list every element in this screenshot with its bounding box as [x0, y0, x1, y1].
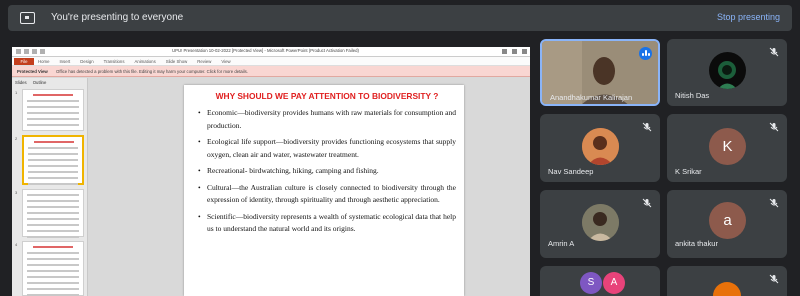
- participant-tile[interactable]: a ankita thakur: [667, 190, 787, 258]
- window-controls[interactable]: [502, 49, 527, 54]
- participant-avatar: a: [709, 202, 746, 239]
- bullet-cultural: Cultural—the Australian culture is close…: [198, 182, 456, 207]
- tab-animations[interactable]: Animations: [134, 58, 155, 65]
- presenting-banner: You're presenting to everyone Stop prese…: [8, 5, 792, 31]
- bullet-economic: Economic—biodiversity provides humans wi…: [198, 107, 456, 132]
- participant-name: K Srikar: [675, 167, 702, 176]
- tab-outline[interactable]: Outline: [33, 80, 47, 85]
- participant-avatar: [713, 282, 741, 296]
- participant-name: Nav Sandeep: [548, 167, 594, 176]
- participant-avatar: A: [603, 272, 625, 294]
- tab-slides[interactable]: Slides: [15, 80, 27, 85]
- bullet-scientific: Scientific—biodiversity represents a wea…: [198, 211, 456, 236]
- tab-insert[interactable]: Insert: [59, 58, 70, 65]
- window-title: UPU! Presentation 10-02-2022 [Protected …: [172, 48, 359, 53]
- participant-avatar: K: [709, 128, 746, 165]
- mic-off-icon: [769, 195, 779, 208]
- tab-review[interactable]: Review: [197, 58, 211, 65]
- participant-avatar: S: [580, 272, 602, 294]
- participant-avatar: [582, 128, 619, 165]
- thumbnail-number: 1: [15, 90, 18, 95]
- participant-tile-video[interactable]: Anandhakumar Kalirajan: [540, 39, 660, 106]
- thumbnail-number: 3: [15, 190, 18, 195]
- bullet-recreational: Recreational- birdwatching, hiking, camp…: [198, 165, 456, 178]
- tab-design[interactable]: Design: [80, 58, 93, 65]
- participant-tile[interactable]: K K Srikar: [667, 114, 787, 182]
- participant-tile[interactable]: [667, 266, 787, 296]
- speaking-indicator-icon: [639, 47, 652, 60]
- presenting-message: You're presenting to everyone: [51, 12, 184, 23]
- powerpoint-title-bar: UPU! Presentation 10-02-2022 [Protected …: [12, 47, 530, 57]
- slide-bullets: Economic—biodiversity provides humans wi…: [198, 107, 456, 236]
- participant-avatar: [709, 52, 746, 89]
- participant-name: Nitish Das: [675, 91, 710, 100]
- mic-off-icon: [769, 44, 779, 57]
- protected-view-label: Protected View: [17, 69, 48, 74]
- file-tab[interactable]: File: [14, 58, 34, 65]
- protected-view-bar: Protected View Office has detected a pro…: [12, 66, 530, 77]
- protected-view-message[interactable]: Office has detected a problem with this …: [56, 69, 248, 74]
- participant-tile[interactable]: Nav Sandeep: [540, 114, 660, 182]
- slides-pane: Slides Outline 1 2 3 4: [12, 78, 88, 296]
- participant-name: Amrin A: [548, 239, 575, 248]
- tab-transitions[interactable]: Transitions: [104, 58, 125, 65]
- thumbnail-number: 4: [15, 242, 18, 247]
- mic-off-icon: [769, 271, 779, 284]
- slide-thumbnail-selected[interactable]: [22, 135, 84, 185]
- ribbon-tabs: File Home Insert Design Transitions Anim…: [12, 57, 530, 66]
- shared-screen: UPU! Presentation 10-02-2022 [Protected …: [12, 47, 530, 296]
- participant-name: ankita thakur: [675, 239, 718, 248]
- present-screen-icon: [20, 12, 35, 24]
- participant-name: Anandhakumar Kalirajan: [550, 93, 633, 102]
- tab-home[interactable]: Home: [38, 58, 49, 65]
- stop-presenting-button[interactable]: Stop presenting: [717, 12, 780, 22]
- tab-slide-show[interactable]: Slide Show: [166, 58, 188, 65]
- slide-thumbnail[interactable]: [22, 89, 84, 131]
- quick-access-toolbar[interactable]: [16, 49, 52, 54]
- tab-view[interactable]: View: [221, 58, 230, 65]
- participant-tile[interactable]: Nitish Das: [667, 39, 787, 106]
- participant-tile[interactable]: Amrin A: [540, 190, 660, 258]
- slide-thumbnail[interactable]: [22, 241, 84, 296]
- mic-off-icon: [769, 119, 779, 132]
- current-slide: WHY SHOULD WE PAY ATTENTION TO BIODIVERS…: [184, 85, 464, 296]
- participant-avatar: [582, 204, 619, 241]
- participant-tile-group[interactable]: S A: [540, 266, 660, 296]
- thumbnail-number: 2: [15, 136, 18, 141]
- mic-off-icon: [642, 119, 652, 132]
- bullet-ecological: Ecological life support—biodiversity pro…: [198, 136, 456, 161]
- mic-off-icon: [642, 195, 652, 208]
- slide-thumbnail[interactable]: [22, 189, 84, 238]
- slide-title: WHY SHOULD WE PAY ATTENTION TO BIODIVERS…: [215, 91, 439, 101]
